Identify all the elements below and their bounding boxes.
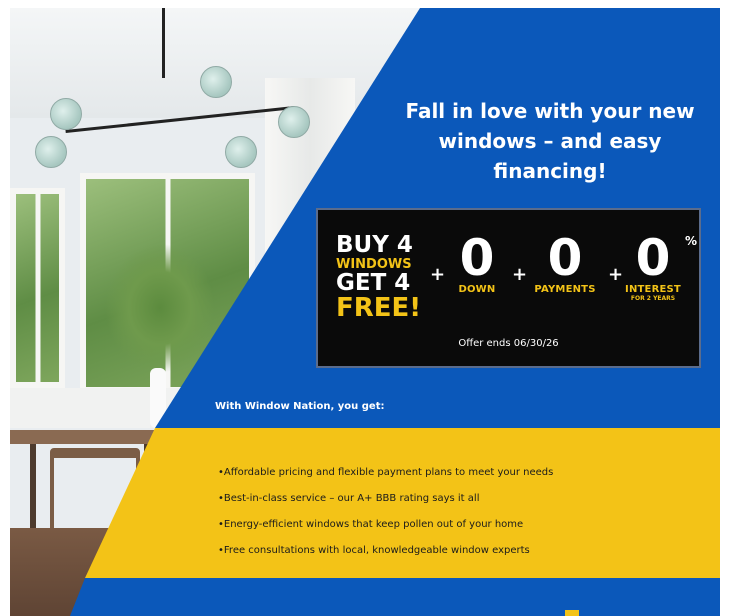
- list-item: •Free consultations with local, knowledg…: [218, 545, 530, 556]
- list-item: •Affordable pricing and flexible payment…: [218, 467, 554, 478]
- list-item: •Energy-efficient windows that keep poll…: [218, 519, 524, 530]
- bogo-buy: BUY 4: [336, 232, 413, 258]
- yellow-tab-icon: [565, 610, 579, 616]
- bogo-get: GET 4: [336, 270, 411, 296]
- plus-icon: +: [430, 264, 446, 285]
- percent-sign: %: [684, 234, 697, 248]
- interest-sub: FOR 2 YEARS: [630, 295, 676, 302]
- headline: Fall in love with your new windows – and…: [405, 99, 695, 183]
- blue-bottom-band: [70, 578, 720, 616]
- zero-value: 0: [635, 229, 671, 287]
- ad-banner[interactable]: Fall in love with your new windows – and…: [10, 8, 720, 616]
- zero-value: 0: [547, 229, 583, 287]
- payments-label: PAYMENTS: [534, 284, 596, 295]
- benefits-list: •Affordable pricing and flexible payment…: [218, 460, 553, 564]
- bogo-offer: BUY 4 WINDOWS GET 4 FREE!: [336, 232, 422, 323]
- zero-down: 0 DOWN: [446, 232, 508, 295]
- zero-interest: 0 % INTEREST FOR 2 YEARS: [621, 229, 697, 302]
- down-label: DOWN: [458, 284, 496, 295]
- zero-payments: 0 PAYMENTS: [523, 232, 607, 295]
- bogo-free: FREE!: [336, 293, 422, 323]
- interest-label: INTEREST: [625, 284, 681, 295]
- benefits-title: With Window Nation, you get:: [215, 401, 385, 412]
- zero-value: 0: [459, 229, 495, 287]
- offer-end-date: Offer ends 06/30/26: [458, 338, 559, 349]
- offer-box[interactable]: BUY 4 WINDOWS GET 4 FREE! + 0 DOWN + 0 P…: [316, 208, 701, 368]
- list-item: •Best-in-class service – our A+ BBB rati…: [218, 493, 480, 504]
